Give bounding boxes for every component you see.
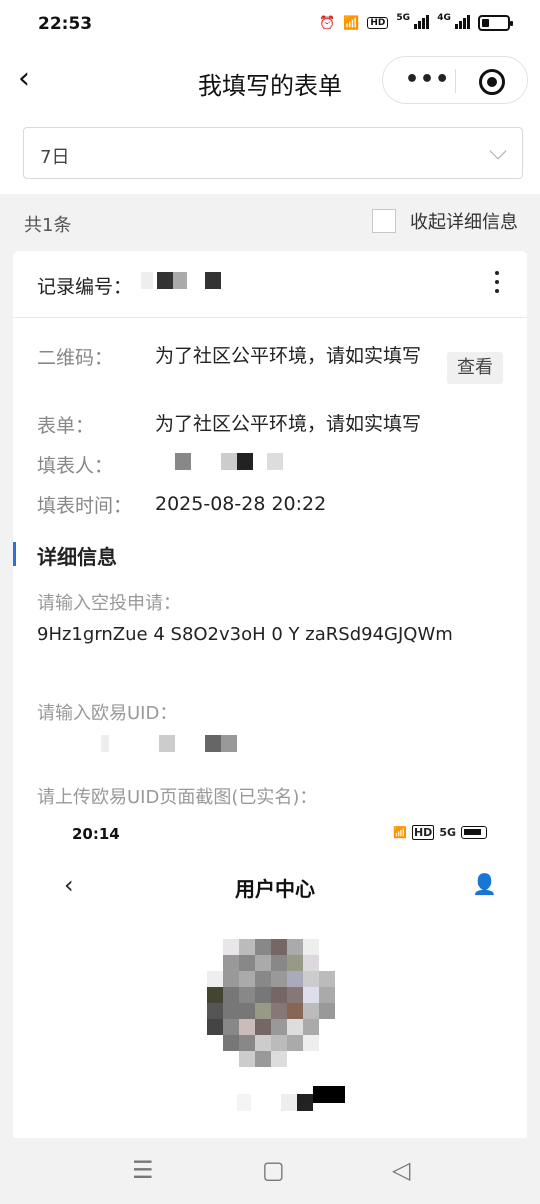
field-value: 为了社区公平环境，请如实填写 <box>155 413 422 435</box>
uploaded-screenshot[interactable]: 20:14 📶 HD 5G ‹ 用户中心 👤 <box>37 818 513 1141</box>
wifi-icon: 📶 <box>343 15 360 31</box>
record-count: 共1条 <box>24 215 72 236</box>
shot-status-time: 20:14 <box>72 825 120 843</box>
uid-redacted <box>37 735 507 759</box>
mini-program-capsule: ••• <box>382 56 528 104</box>
field-key: 二维码： <box>37 347 114 369</box>
hd-icon: HD <box>367 17 389 29</box>
more-options-icon[interactable]: ••• <box>405 69 450 91</box>
field-value: 为了社区公平环境，请如实填写 <box>155 345 422 367</box>
navigation-bar: ‹ 我填写的表单 ••• <box>0 48 540 112</box>
filler-redacted <box>155 453 435 470</box>
avatar <box>207 939 337 1075</box>
collapse-label: 收起详细信息 <box>410 212 518 233</box>
shot-username-redacted <box>207 1086 345 1111</box>
field-key: 填表时间： <box>37 495 133 517</box>
user-settings-icon: 👤 <box>472 872 497 896</box>
signal-5g-icon: 5G <box>396 13 430 33</box>
home-icon[interactable]: ▢ <box>262 1156 285 1184</box>
field-value: 2025-08-28 20:22 <box>155 493 327 515</box>
question-label: 请上传欧易UID页面截图(已实名)： <box>37 787 318 808</box>
date-range-select[interactable]: 7日 <box>23 127 523 179</box>
field-key: 表单： <box>37 415 95 437</box>
question-label: 请输入欧易UID： <box>37 703 178 724</box>
signal-4g-icon: 4G <box>437 13 470 33</box>
wifi-icon: 📶 <box>393 826 407 839</box>
summary-row: 共1条 收起详细信息 <box>0 194 540 250</box>
alarm-icon: ⏰ <box>319 15 336 31</box>
battery-icon <box>461 826 487 839</box>
question-answer: 9Hz1grnZue 4 S8O2v3oH 0 Y zaRSd94GJQWm <box>37 624 453 645</box>
battery-icon <box>478 15 513 31</box>
record-more-icon[interactable] <box>495 271 501 299</box>
capsule-divider <box>455 69 456 93</box>
hd-icon: HD <box>411 825 435 840</box>
status-icons: ⏰ 📶 HD 5G 4G <box>319 13 513 33</box>
section-accent-bar <box>13 542 16 566</box>
record-card: 记录编号： 二维码： 为了社区公平环境，请如实填写 查看 表单： 为了社区公平环… <box>13 251 527 1141</box>
close-mini-program-icon[interactable] <box>479 69 505 95</box>
record-card-header: 记录编号： <box>13 251 527 318</box>
collapse-details-toggle[interactable]: 收起详细信息 <box>372 208 518 234</box>
status-time: 22:53 <box>38 14 93 34</box>
details-section-title: 详细信息 <box>37 545 117 569</box>
view-button[interactable]: 查看 <box>447 352 503 384</box>
status-bar: 22:53 ⏰ 📶 HD 5G 4G <box>0 0 540 48</box>
shot-status-icons: 📶 HD 5G <box>393 825 487 840</box>
back-triangle-icon[interactable]: ◁ <box>392 1156 410 1184</box>
date-range-value: 7日 <box>40 147 70 168</box>
record-id-redacted <box>141 272 221 292</box>
signal-5g-icon: 5G <box>439 826 456 839</box>
chevron-down-icon <box>489 142 507 160</box>
field-key: 填表人： <box>37 455 114 477</box>
filter-bar: 7日 <box>0 112 540 194</box>
collapse-checkbox[interactable] <box>372 209 396 233</box>
shot-title: 用户中心 <box>235 877 315 901</box>
record-id-label: 记录编号： <box>37 276 133 298</box>
system-navigation-bar: ☰ ▢ ◁ <box>0 1138 540 1204</box>
menu-icon[interactable]: ☰ <box>132 1156 154 1184</box>
question-label: 请输入空投申请： <box>37 593 181 614</box>
